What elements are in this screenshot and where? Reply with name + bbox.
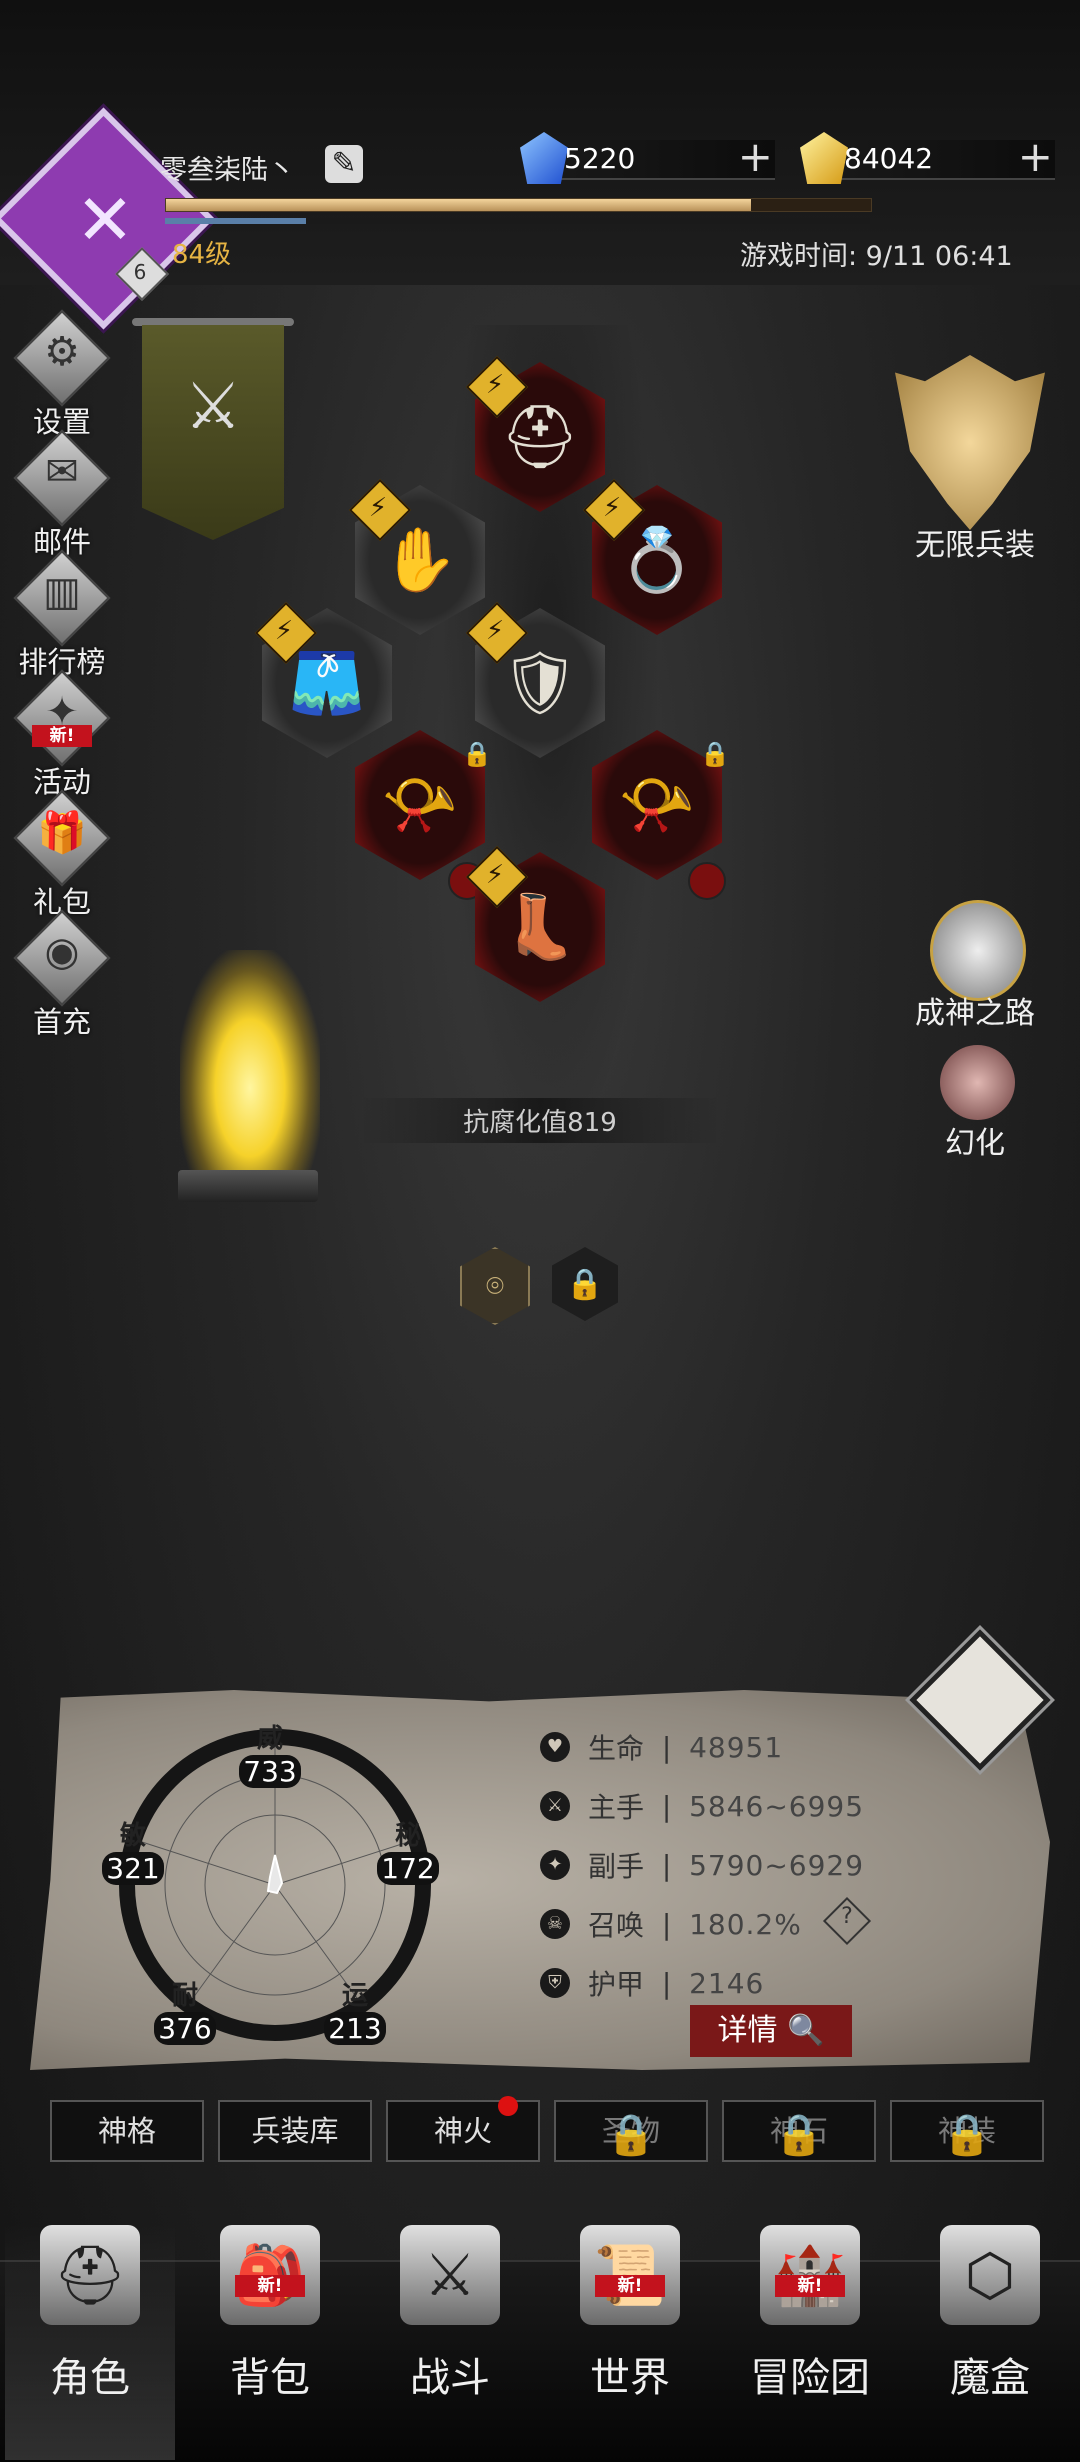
details-button[interactable]: 详情 🔍 (690, 2005, 852, 2057)
stat-row-off-hand: ✦ 副手 | 5790~6929 (540, 1840, 864, 1890)
armor-icon: ⛨ (540, 1968, 570, 1998)
lock-icon: 🔒 (700, 740, 730, 768)
gold-amount: 84042 (844, 142, 934, 175)
location-pin-icon[interactable]: ⌾ (460, 1247, 530, 1325)
main-hand-icon: ⚔ (540, 1791, 570, 1821)
avatar-level-number: 6 (133, 260, 147, 284)
nav-character[interactable]: ⛑ 角色 (5, 2225, 175, 2460)
illusion-label[interactable]: 幻化 (875, 1118, 1075, 1162)
attr-wei: 威 733 (225, 1718, 315, 1788)
stat-row-armor: ⛨ 护甲 | 2146 (540, 1958, 764, 2008)
menu-settings[interactable]: ⚙ 设置 (12, 309, 112, 441)
game-time: 游戏时间: 9/11 06:41 (740, 241, 1013, 272)
gold-currency: 84042 + (800, 132, 1055, 184)
horn-left-item-icon: 📯 (381, 768, 459, 841)
lock-icon: 🔒 (462, 740, 492, 768)
exp-fill (166, 199, 752, 211)
heart-icon: ♥ (540, 1732, 570, 1762)
lock-icon: 🔒 (606, 2112, 656, 2158)
menu-mail[interactable]: ✉ 邮件 (12, 429, 112, 561)
question-icon: ? (841, 1904, 853, 1929)
add-gold-button[interactable]: + (1018, 136, 1053, 178)
nav-adventure-team[interactable]: 🏰 新! 冒险团 (725, 2225, 895, 2403)
new-tag: 新! (32, 725, 92, 747)
menu-first-charge[interactable]: ◉ 首充 (12, 909, 112, 1041)
tab-god-gear[interactable]: 神装 🔒 (890, 2100, 1044, 2162)
banner-rod (132, 318, 294, 326)
nav-world[interactable]: 📜 新! 世界 (545, 2225, 715, 2403)
new-tag: 新! (595, 2275, 665, 2297)
belt-item-icon: 🩳 (288, 646, 366, 719)
menu-events[interactable]: ✦ 新! 活动 (12, 669, 112, 801)
summon-icon: ☠ (540, 1909, 570, 1939)
lock-icon: 🔒 (942, 2112, 992, 2158)
new-tag: 新! (775, 2275, 845, 2297)
nav-backpack[interactable]: 🎒 新! 背包 (185, 2225, 355, 2403)
nav-magic-box[interactable]: ⬡ 魔盒 (905, 2225, 1075, 2403)
corrosion-resistance: 抗腐化值819 (360, 1098, 720, 1143)
stat-row-main-hand: ⚔ 主手 | 5846~6995 (540, 1781, 864, 1831)
path-to-god-label[interactable]: 成神之路 (875, 988, 1075, 1032)
tab-god-stone[interactable]: 神石 🔒 (722, 2100, 876, 2162)
crossed-axes-icon: ⚔ (184, 370, 242, 444)
tab-relic[interactable]: 圣物 🔒 (554, 2100, 708, 2162)
player-level: 84级 (172, 240, 232, 270)
sacred-fire[interactable] (180, 950, 320, 1180)
menu-leaderboard[interactable]: ▥ 排行榜 (12, 549, 112, 681)
tab-armory[interactable]: 兵装库 (218, 2100, 372, 2162)
illusion-icon[interactable] (940, 1045, 1015, 1120)
orb-icon (688, 862, 726, 900)
secondary-fill (165, 218, 306, 224)
edit-name-icon[interactable]: ✎ (325, 145, 363, 183)
attr-min: 敏 321 (88, 1815, 178, 1885)
off-hand-icon: ✦ (540, 1850, 570, 1880)
path-to-god-icon[interactable] (930, 900, 1026, 1001)
helmet-icon: ⛑ (40, 2225, 140, 2325)
menu-gift-pack[interactable]: 🎁 礼包 (12, 789, 112, 921)
helmet-item-icon: ⛑ (500, 400, 580, 473)
gem-amount: 5220 (564, 142, 636, 175)
attr-yun: 运 213 (310, 1975, 400, 2045)
nav-battle[interactable]: ⚔ 战斗 (365, 2225, 535, 2403)
gauntlet-item-icon: ✋ (381, 523, 459, 596)
stat-row-hp: ♥ 生命 | 48951 (540, 1722, 783, 1772)
lock-icon: 🔒 (774, 2112, 824, 2158)
infinite-gear-icon[interactable] (895, 355, 1045, 530)
lock-icon[interactable]: 🔒 (552, 1247, 618, 1321)
exp-bar (165, 198, 872, 212)
attr-mi: 秘 172 (363, 1815, 453, 1885)
attr-nai: 耐 376 (140, 1975, 230, 2045)
ring-item-icon: 💍 (618, 523, 696, 596)
stat-row-summon: ☠ 召唤 | 180.2% (540, 1899, 802, 1949)
magic-box-icon: ⬡ (940, 2225, 1040, 2325)
tab-divine-fire[interactable]: 神火 (386, 2096, 540, 2162)
tab-godhood[interactable]: 神格 (50, 2100, 204, 2162)
add-gem-button[interactable]: + (738, 136, 773, 178)
sword-shield-icon: ⚔ (400, 2225, 500, 2325)
infinite-gear-label[interactable]: 无限兵装 (875, 520, 1075, 564)
notification-dot (498, 2096, 518, 2116)
new-tag: 新! (235, 2275, 305, 2297)
boots-item-icon: 👢 (501, 890, 579, 963)
secondary-bar (165, 218, 870, 224)
armor-item-icon: 🛡 (500, 646, 580, 719)
gem-currency: 5220 + (520, 132, 775, 184)
fire-pedestal (178, 1170, 318, 1202)
player-name: 零叁柒陆丶 (160, 155, 295, 186)
horn-right-item-icon: 📯 (618, 768, 696, 841)
